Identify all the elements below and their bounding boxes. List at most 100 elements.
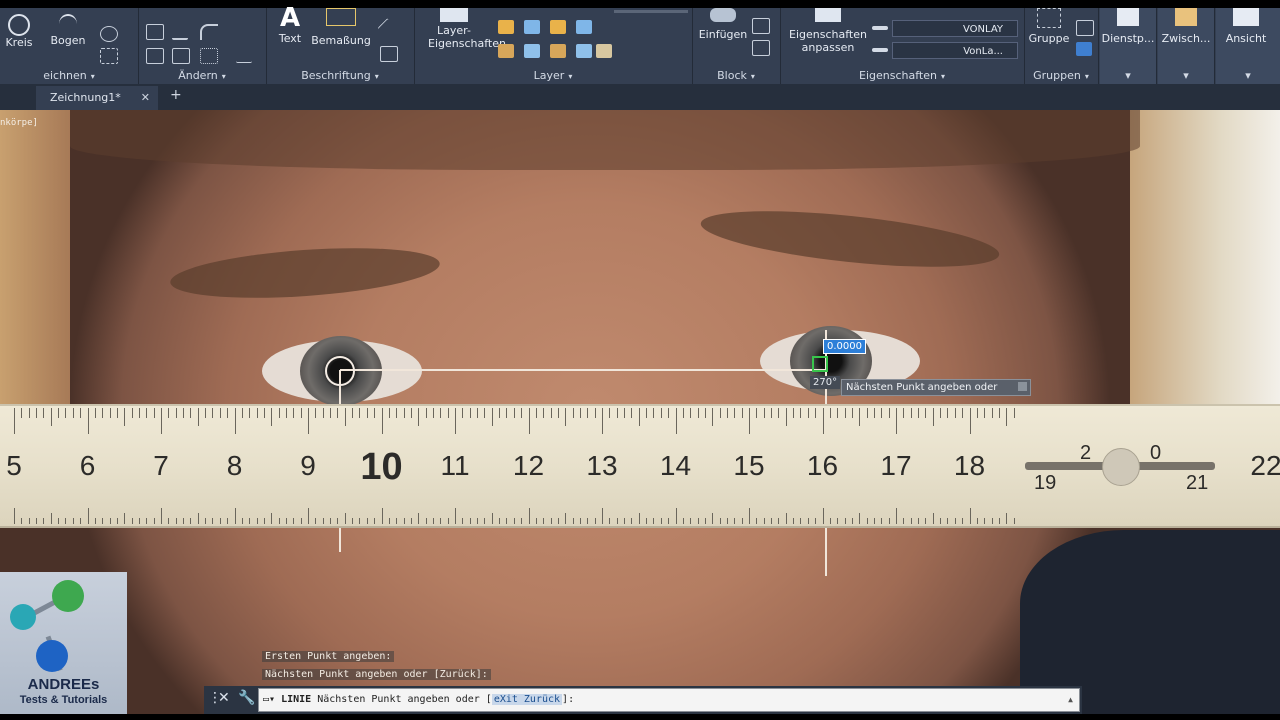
chevron-down-icon: ▾ — [1183, 69, 1189, 82]
command-line: ⋮ ✕ 🔧 ▭▾ LINIE Nächsten Punkt angeben od… — [204, 686, 1082, 714]
ruler-tick — [212, 408, 214, 418]
layer-properties-tool[interactable]: Layer-Eigenschaften — [414, 8, 506, 50]
layer-match-icon[interactable] — [498, 44, 514, 58]
linetype-icon[interactable] — [872, 48, 888, 52]
dynamic-input-angle[interactable]: 270° — [810, 376, 841, 389]
layer-lock-icon[interactable] — [550, 20, 566, 34]
hatch-icon[interactable] — [100, 48, 118, 64]
chevron-down-icon[interactable]: ▾ — [568, 72, 572, 81]
ruler-tick — [102, 408, 104, 418]
close-icon[interactable]: ✕ — [218, 690, 230, 706]
ruler-tick — [50, 513, 52, 524]
offset-icon[interactable] — [236, 48, 252, 63]
clipboard-tile[interactable]: Zwisch... ▾ — [1158, 8, 1215, 84]
match-properties-tool[interactable]: Eigenschaften anpassen — [786, 8, 870, 54]
dimension-tool[interactable]: Bemaßung — [310, 8, 372, 47]
lineweight-dropdown[interactable]: VONLAY — [892, 20, 1018, 37]
ruler-tick — [602, 408, 603, 434]
tool-label-text: Text — [278, 32, 302, 45]
ruler-tick — [925, 408, 927, 418]
layer-merge-icon[interactable] — [596, 44, 612, 58]
ruler-tick — [190, 518, 192, 524]
ruler-tick — [704, 518, 706, 524]
command-input[interactable]: ▭▾ LINIE Nächsten Punkt angeben oder [eX… — [258, 688, 1080, 712]
new-tab-plus-icon[interactable]: + — [170, 87, 182, 103]
ruler-tick — [205, 518, 207, 524]
wrench-icon[interactable]: 🔧 — [238, 690, 255, 706]
trim-icon[interactable] — [172, 24, 188, 40]
chevron-down-icon[interactable]: ▾ — [751, 72, 755, 81]
ellipse-icon[interactable] — [100, 26, 118, 42]
group-tool[interactable]: Gruppe — [1026, 8, 1072, 45]
folding-ruler: 5 6 7 8 9 10 11 12 13 14 15 16 17 18 2 0 19 21 22 — [0, 404, 1280, 528]
chevron-down-icon[interactable]: ▾ — [91, 72, 95, 81]
ruler-tick — [484, 518, 486, 524]
clipboard-icon — [1175, 8, 1197, 26]
layer-isolate-icon[interactable] — [524, 44, 540, 58]
chevron-down-icon[interactable]: ▾ — [1085, 72, 1089, 81]
ruler-tick — [807, 518, 809, 524]
ruler-tick — [50, 408, 52, 426]
ruler-tick — [374, 518, 376, 524]
dynamic-input-distance[interactable]: 0.0000 — [823, 339, 866, 354]
command-option-exit-back[interactable]: eXit Zurück — [491, 694, 563, 705]
chevron-down-icon[interactable]: ▾ — [222, 72, 226, 81]
layer-color-icon[interactable] — [576, 20, 592, 34]
ruler-tick — [352, 408, 354, 418]
ungroup-icon[interactable] — [1076, 20, 1094, 36]
chevron-up-icon[interactable]: ▲ — [1068, 689, 1073, 711]
table-icon[interactable] — [380, 46, 398, 62]
viewport-label[interactable]: nkörpe] — [0, 118, 38, 128]
chevron-down-icon[interactable]: ▾ — [941, 72, 945, 81]
ruler-number: 14 — [659, 450, 692, 481]
ruler-tick — [359, 518, 361, 524]
ruler-tick — [866, 518, 868, 524]
ruler-tick — [881, 408, 883, 418]
layer-freeze-icon[interactable] — [524, 20, 540, 34]
ruler-tick — [337, 518, 339, 524]
array-icon[interactable] — [200, 48, 218, 64]
copy-icon[interactable] — [146, 48, 164, 64]
ruler-tick — [65, 518, 67, 524]
fillet-icon[interactable] — [200, 24, 218, 40]
layer-off-icon[interactable] — [550, 44, 566, 58]
group-select-icon[interactable] — [1076, 42, 1092, 56]
chevron-down-icon[interactable]: ▾ — [375, 72, 379, 81]
close-icon[interactable]: ✕ — [141, 86, 150, 110]
lineweight-icon[interactable] — [872, 26, 888, 30]
layer-dropdown[interactable] — [614, 10, 688, 13]
layer-walk-icon[interactable] — [576, 44, 592, 58]
linetype-dropdown[interactable]: VonLa... — [892, 42, 1018, 59]
create-block-icon[interactable] — [752, 18, 770, 34]
mirror-icon[interactable] — [172, 48, 190, 64]
tooltip-dropdown-icon[interactable] — [1018, 382, 1027, 391]
panel-aendern: Ändern ▾ — [138, 8, 267, 84]
ruler-tick — [682, 518, 684, 524]
edit-block-icon[interactable] — [752, 40, 770, 56]
ruler-tick — [212, 518, 214, 524]
text-tool[interactable]: A Text — [274, 4, 306, 45]
ruler-number: 12 — [512, 450, 545, 481]
ruler-tick — [873, 408, 875, 418]
utilities-tile[interactable]: Dienstp... ▾ — [1100, 8, 1157, 84]
ruler-tick — [896, 408, 897, 434]
ruler-tick — [344, 513, 346, 524]
ruler-tick — [859, 408, 861, 426]
ruler-tick — [469, 408, 471, 418]
insert-tool[interactable]: Einfügen — [698, 8, 748, 41]
ruler-tick — [396, 518, 398, 524]
ruler-tick — [954, 408, 956, 418]
leader-icon[interactable] — [377, 18, 400, 40]
layer-bulb-icon[interactable] — [498, 20, 514, 34]
view-tile[interactable]: Ansicht ▾ — [1216, 8, 1280, 84]
tab-zeichnung1[interactable]: Zeichnung1* ✕ — [36, 86, 158, 110]
arc-tool[interactable]: Bogen — [48, 14, 88, 47]
ruler-tick — [506, 408, 508, 418]
ruler-tick — [910, 408, 912, 418]
ruler-tick — [653, 408, 655, 418]
ruler-tick — [616, 408, 618, 418]
chevron-down-icon: ▾ — [1125, 69, 1131, 82]
move-icon[interactable] — [146, 24, 164, 40]
tool-label-layer-eigenschaften: Layer-Eigenschaften — [428, 24, 506, 50]
circle-tool[interactable]: Kreis — [4, 14, 34, 49]
